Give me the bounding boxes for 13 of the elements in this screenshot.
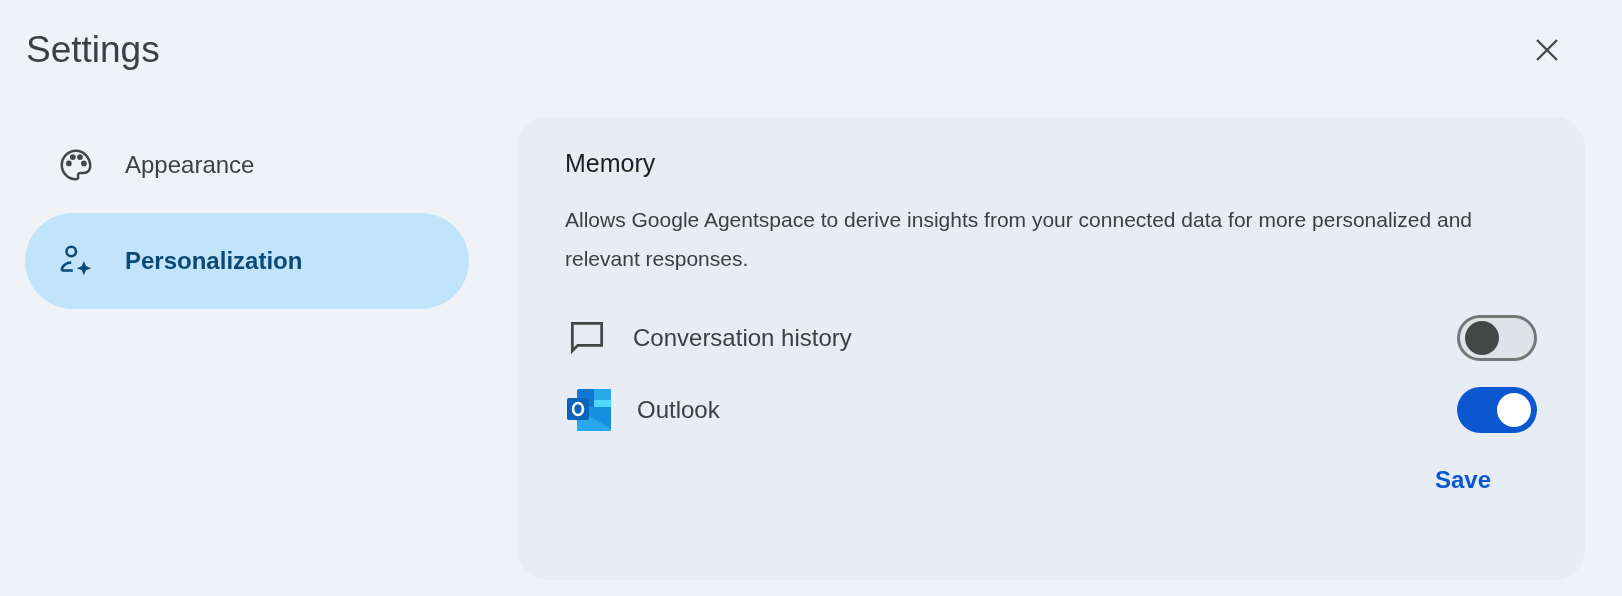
- mail-app-icon: [565, 387, 613, 433]
- sidebar-item[interactable]: Appearance: [25, 117, 469, 213]
- setting-label: Conversation history: [633, 324, 853, 352]
- sidebar-item-label: Appearance: [125, 151, 255, 179]
- section-description: Allows Google Agentspace to derive insights from your connected data for more personalized and relevant responses.: [565, 207, 1474, 272]
- window-title: Settings: [26, 29, 160, 71]
- save-button[interactable]: Save: [1418, 458, 1507, 502]
- setting-label: Outlook: [637, 396, 721, 424]
- sidebar-item-label: Personalization: [125, 247, 303, 275]
- toggle-switch[interactable]: [1457, 387, 1537, 433]
- section-title: Memory: [565, 149, 657, 178]
- toggle-switch[interactable]: [1457, 315, 1537, 361]
- sidebar-item[interactable]: Personalization: [25, 213, 469, 309]
